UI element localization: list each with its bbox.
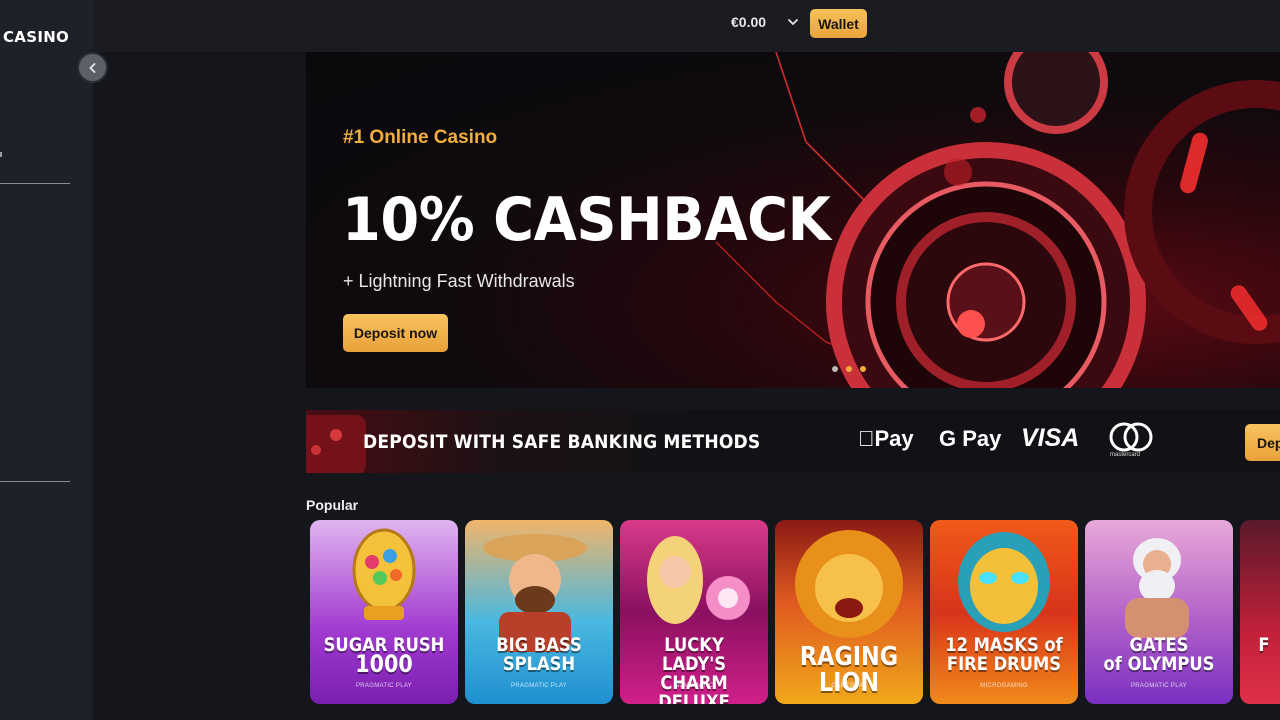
- google-g-icon: G: [939, 426, 957, 451]
- deposit-now-button[interactable]: Deposit now: [343, 314, 448, 352]
- game-provider: GAMEBEAT: [831, 683, 867, 689]
- game-provider: PRAGMATIC PLAY: [356, 683, 412, 689]
- game-card-gates-of-olympus[interactable]: GATES of OLYMPUS PRAGMATIC PLAY: [1085, 520, 1233, 704]
- sidebar-collapse-button[interactable]: [77, 52, 108, 83]
- game-card-lucky-ladys-charm[interactable]: LUCKY LADY'S CHARM DELUXE NOVOMATIC: [620, 520, 768, 704]
- sidebar: CASINO: [0, 0, 93, 720]
- game-title: SUGAR RUSH 1000: [323, 634, 445, 678]
- apple-pay-logo: Pay: [858, 426, 914, 451]
- casino-logo[interactable]: CASINO: [3, 28, 69, 46]
- sidebar-item-marker: [0, 152, 2, 157]
- chevron-down-icon[interactable]: [786, 15, 800, 29]
- google-pay-logo: G Pay: [939, 426, 1002, 451]
- game-provider: PRAGMATIC PLAY: [511, 683, 567, 689]
- game-card-sugar-rush[interactable]: SUGAR RUSH 1000 PRAGMATIC PLAY: [310, 520, 458, 704]
- wallet-balance[interactable]: €0.00: [731, 14, 766, 30]
- popular-games-row: SUGAR RUSH 1000 PRAGMATIC PLAY BIG BASS SP…: [310, 520, 1280, 704]
- sidebar-divider: [0, 183, 70, 184]
- game-card-partial[interactable]: F: [1240, 520, 1280, 704]
- chevron-left-icon: [88, 62, 95, 73]
- game-provider: MICROGAMING: [980, 683, 1028, 689]
- visa-logo: VISA: [1021, 424, 1080, 452]
- mastercard-label: mastercard: [1110, 452, 1141, 458]
- deposit-button[interactable]: Dep: [1245, 424, 1280, 461]
- mastercard-logo: [1109, 422, 1153, 452]
- game-title: GATES of OLYMPUS: [1103, 634, 1215, 675]
- hero-banner[interactable]: #1 Online Casino 10% CASHBACK + Lightnin…: [306, 52, 1280, 388]
- banking-title: DEPOSIT WITH SAFE BANKING METHODS: [363, 431, 761, 453]
- game-provider: PRAGMATIC PLAY: [1131, 683, 1187, 689]
- apple-icon: : [858, 426, 875, 451]
- top-bar: €0.00 Wallet: [93, 0, 1280, 52]
- banking-methods-banner[interactable]: DEPOSIT WITH SAFE BANKING METHODS Pay G…: [306, 410, 1280, 473]
- carousel-dots: [832, 366, 866, 372]
- game-card-big-bass-splash[interactable]: BIG BASS SPLASH PRAGMATIC PLAY: [465, 520, 613, 704]
- game-title: F: [1258, 634, 1270, 656]
- fisherman-art: [483, 534, 587, 652]
- zeus-art: [1125, 538, 1189, 638]
- sidebar-divider: [0, 481, 70, 482]
- game-title: 12 MASKS of FIRE DRUMS: [945, 634, 1063, 675]
- hero-title: 10% CASHBACK: [342, 185, 831, 255]
- carousel-dot-active[interactable]: [846, 366, 852, 372]
- popular-section-title: Popular: [306, 497, 359, 513]
- game-provider: NOVOMATIC: [674, 683, 714, 689]
- hero-subtitle: + Lightning Fast Withdrawals: [343, 271, 575, 291]
- carousel-dot[interactable]: [860, 366, 866, 372]
- carousel-dot[interactable]: [832, 366, 838, 372]
- game-card-raging-lion[interactable]: RAGING LION GAMEBEAT: [775, 520, 923, 704]
- game-title: LUCKY LADY'S CHARM DELUXE: [658, 634, 730, 705]
- fire-mask-art: [958, 532, 1050, 632]
- game-card-12-masks[interactable]: 12 MASKS of FIRE DRUMS MICROGAMING: [930, 520, 1078, 704]
- hero-tagline: #1 Online Casino: [343, 127, 498, 148]
- wallet-button[interactable]: Wallet: [810, 9, 867, 38]
- game-title: BIG BASS SPLASH: [496, 634, 582, 675]
